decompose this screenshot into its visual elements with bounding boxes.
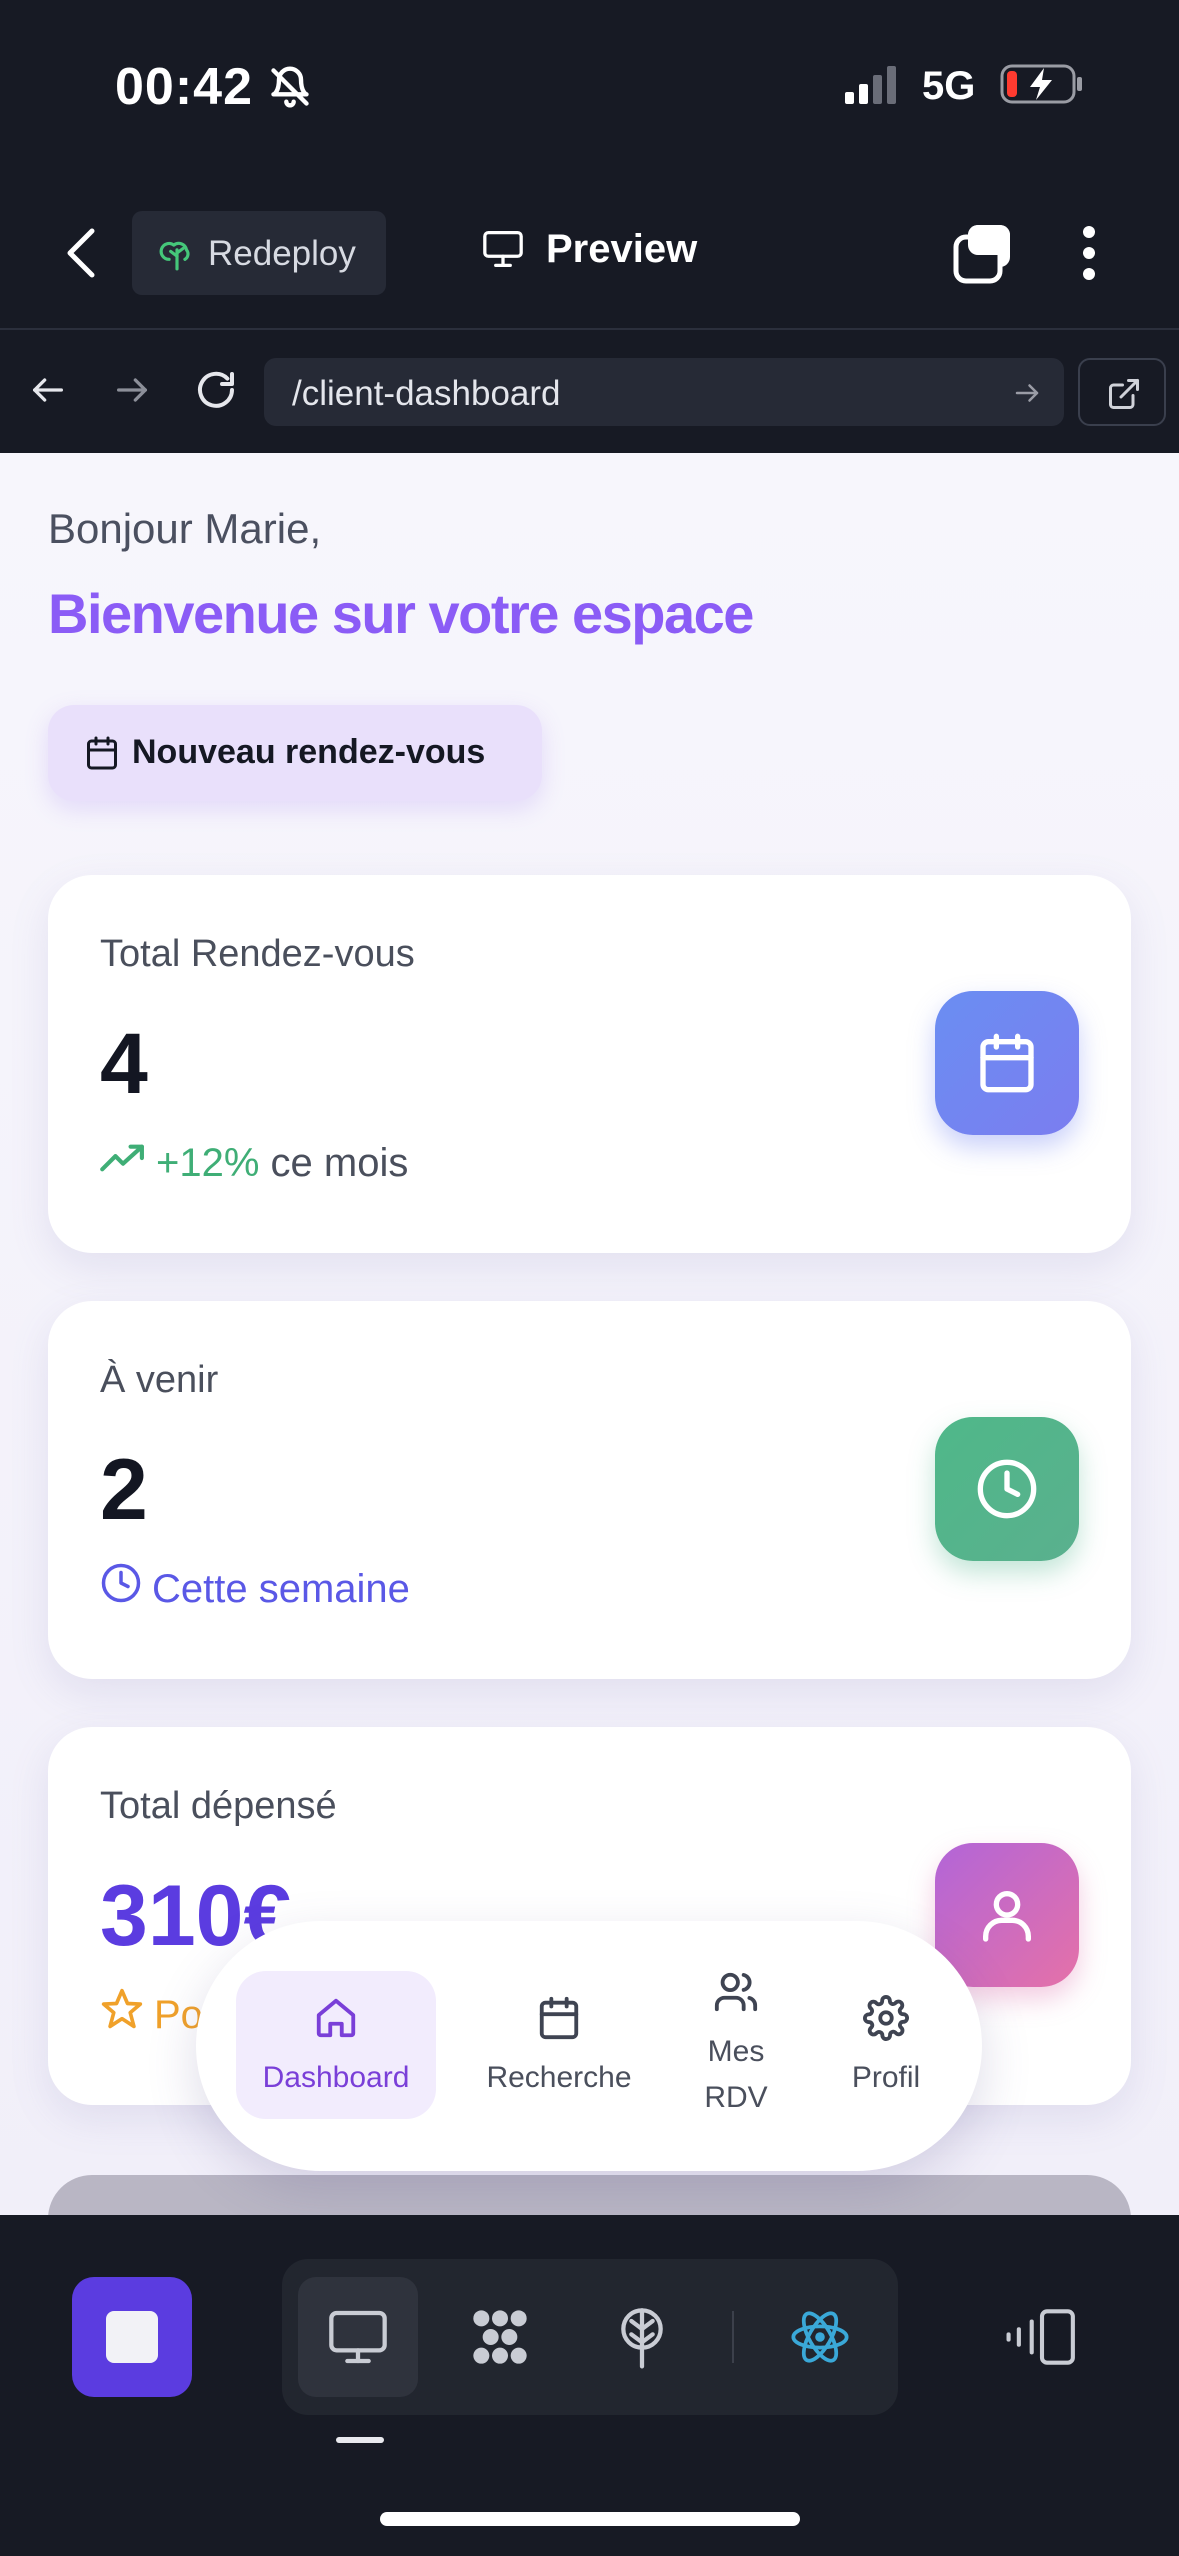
stat-card-total-appointments: Total Rendez-vous 4 +12% ce mois — [48, 875, 1131, 1253]
stat-note-text: Cette semaine — [152, 1567, 410, 1611]
clock-icon — [100, 1562, 142, 1614]
deploy-tree-icon — [621, 2308, 663, 2369]
stat-icon-box — [935, 991, 1079, 1135]
new-appointment-label: Nouveau rendez-vous — [132, 733, 486, 771]
nav-label-recherche: Recherche — [486, 2061, 632, 2094]
react-icon — [791, 2311, 849, 2363]
home-indicator — [380, 2512, 800, 2526]
bottom-toolbar — [0, 2215, 1179, 2556]
stat-card-upcoming: À venir 2 Cette semaine — [48, 1301, 1131, 1679]
toolbar-workflow-tab[interactable] — [440, 2277, 560, 2397]
stat-note-text: Po — [154, 1993, 203, 2037]
device-switch-icon[interactable] — [1006, 2305, 1078, 2374]
url-text: /client-dashboard — [292, 374, 561, 413]
toolbar-tab-group — [282, 2259, 898, 2415]
tree-icon — [158, 233, 196, 282]
back-chevron-icon[interactable] — [62, 227, 102, 284]
go-arrow-icon[interactable] — [1012, 378, 1042, 413]
toolbar-separator — [732, 2311, 734, 2363]
stat-growth: +12% — [156, 1141, 260, 1185]
gear-icon — [816, 1995, 956, 2049]
toolbar-preview-tab[interactable] — [298, 2277, 418, 2397]
screen: 00:42 5G Redeploy Preview /client-dashbo… — [0, 0, 1179, 2556]
trending-up-icon — [100, 1140, 146, 1185]
stat-note: +12% ce mois — [100, 1141, 408, 1186]
stat-value: 2 — [100, 1442, 148, 1538]
external-link-icon — [1109, 379, 1139, 409]
nav-label-rdv: RDV — [704, 2081, 768, 2114]
arrow-left-icon[interactable] — [28, 370, 68, 415]
status-time: 00:42 — [115, 58, 253, 116]
reload-icon[interactable] — [192, 366, 240, 419]
network-type: 5G — [922, 64, 976, 108]
app-header: Redeploy Preview — [0, 175, 1179, 330]
greeting-text: Bonjour Marie, — [48, 505, 322, 552]
stat-period: ce mois — [259, 1141, 409, 1185]
browser-toolbar: /client-dashboard — [0, 330, 1179, 453]
silent-bell-icon — [268, 64, 312, 115]
stat-icon-box — [935, 1417, 1079, 1561]
calendar-icon — [466, 1995, 652, 2049]
redeploy-button[interactable]: Redeploy — [132, 211, 386, 295]
stat-note: Po — [100, 1989, 203, 2041]
calendar-icon — [980, 1033, 1034, 1093]
home-icon — [236, 1995, 436, 2049]
new-appointment-button[interactable]: Nouveau rendez-vous — [48, 705, 542, 801]
nav-item-recherche[interactable]: Recherche — [466, 1971, 652, 2119]
stat-note: Cette semaine — [100, 1564, 410, 1614]
welcome-heading: Bienvenue sur votre espace — [48, 582, 754, 645]
star-icon — [100, 1987, 144, 2041]
stop-square-icon — [106, 2311, 158, 2363]
cellular-signal-icon — [845, 66, 901, 111]
status-bar: 00:42 5G — [0, 0, 1179, 175]
preview-label: Preview — [546, 227, 698, 271]
stat-title: Total dépensé — [100, 1785, 337, 1827]
nav-item-dashboard[interactable]: Dashboard — [236, 1971, 436, 2119]
stat-value: 4 — [100, 1016, 148, 1112]
nav-label-profil: Profil — [851, 2061, 921, 2094]
nav-item-mes-rdv[interactable]: Mes RDV — [676, 1969, 796, 2117]
nav-label-mes: Mes — [707, 2035, 765, 2068]
toolbar-react-tab[interactable] — [760, 2277, 880, 2397]
nav-item-profil[interactable]: Profil — [816, 1971, 956, 2119]
monitor-icon — [480, 229, 526, 279]
dashboard-page: Bonjour Marie, Bienvenue sur votre espac… — [0, 453, 1179, 2215]
stat-icon-box — [935, 1843, 1079, 1987]
users-icon — [676, 1969, 796, 2029]
nodes-icon — [473, 2310, 527, 2364]
monitor-icon — [329, 2310, 387, 2364]
stop-button[interactable] — [72, 2277, 192, 2397]
redeploy-label: Redeploy — [208, 234, 356, 273]
toolbar-deploy-tab[interactable] — [582, 2277, 702, 2397]
active-tab-indicator — [336, 2437, 384, 2443]
bottom-navigation: Dashboard Recherche Mes RDV Profil — [196, 1921, 982, 2171]
url-bar[interactable]: /client-dashboard — [264, 358, 1064, 426]
clock-icon — [977, 1459, 1037, 1519]
stat-title: À venir — [100, 1359, 219, 1401]
arrow-right-icon[interactable] — [112, 370, 152, 415]
stat-title: Total Rendez-vous — [100, 933, 415, 975]
user-icon — [983, 1891, 1031, 1942]
nav-label-dashboard: Dashboard — [262, 2061, 410, 2094]
calendar-icon — [84, 735, 120, 776]
tabs-icon[interactable] — [952, 223, 1014, 290]
open-external-button[interactable] — [1078, 358, 1166, 426]
battery-charging-icon — [1000, 62, 1084, 111]
more-vertical-icon[interactable] — [1080, 225, 1098, 286]
stat-card-partial — [48, 2175, 1131, 2215]
